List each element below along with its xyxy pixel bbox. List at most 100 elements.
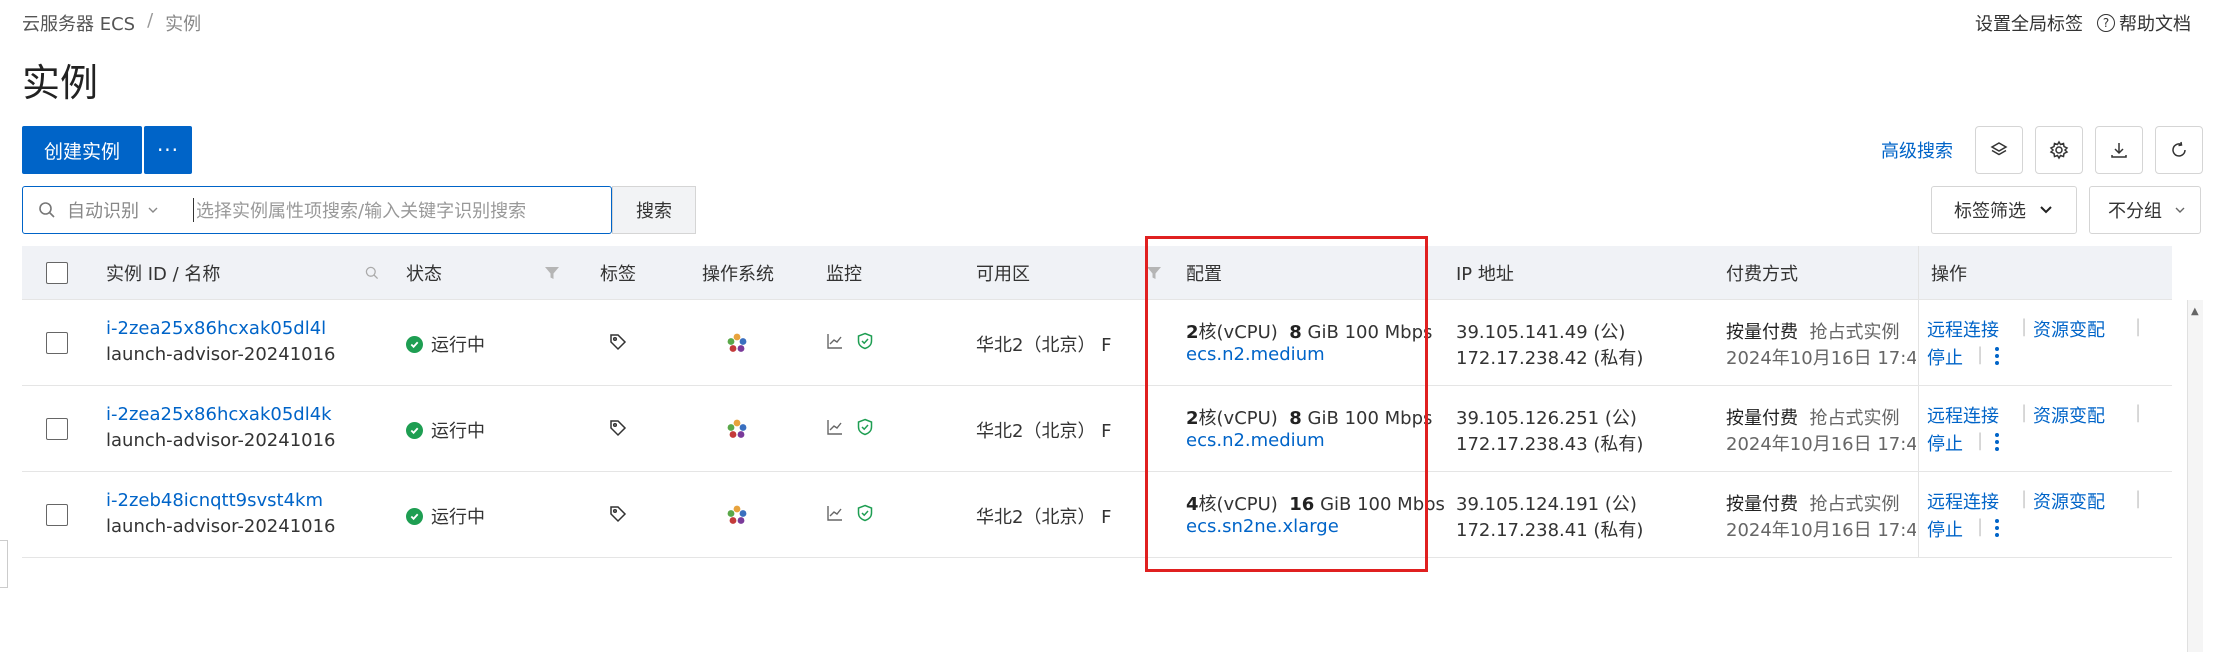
scroll-up-arrow-icon[interactable]: ▲ <box>2191 306 2199 317</box>
chart-icon[interactable] <box>826 332 844 350</box>
instance-id-link[interactable]: i-2zea25x86hcxak05dl4l <box>106 318 326 339</box>
instance-name: launch-advisor-20241016 <box>106 344 336 365</box>
help-docs-label: 帮助文档 <box>2119 14 2191 35</box>
public-ip: 39.105.124.191 (公) <box>1456 494 1637 515</box>
instance-id-link[interactable]: i-2zea25x86hcxak05dl4k <box>106 404 332 425</box>
breadcrumb-separator: / <box>147 10 154 31</box>
private-ip: 172.17.238.41 (私有) <box>1456 520 1644 541</box>
remote-connect-link[interactable]: 远程连接 <box>1927 488 1999 514</box>
right-toolbar: 高级搜索 <box>1881 126 2203 174</box>
filter-icon <box>545 267 559 279</box>
tag-filter-button[interactable]: 标签筛选 <box>1931 186 2077 234</box>
remote-connect-link[interactable]: 远程连接 <box>1927 402 1999 428</box>
more-vertical-icon[interactable] <box>1993 518 2001 543</box>
table-header: 实例 ID / 名称 状态 标签 操作系统 监控 可用区 配置 IP 地址 付费… <box>22 246 2172 300</box>
public-ip: 39.105.141.49 (公) <box>1456 322 1626 343</box>
row-checkbox[interactable] <box>46 504 68 526</box>
more-vertical-icon[interactable] <box>1993 346 2001 371</box>
action-divider: | <box>2135 488 2142 509</box>
advanced-search-link[interactable]: 高级搜索 <box>1881 137 1953 163</box>
tag-icon[interactable] <box>608 332 628 357</box>
resize-link[interactable]: 资源变配 <box>2023 488 2105 514</box>
layers-button[interactable] <box>1975 126 2023 174</box>
status-cell: 运行中 <box>406 417 485 443</box>
gear-icon <box>2049 140 2069 160</box>
grouping-label: 不分组 <box>2108 201 2162 222</box>
vertical-scrollbar[interactable]: ▲ <box>2187 300 2203 652</box>
public-ip: 39.105.126.251 (公) <box>1456 408 1637 429</box>
shield-check-icon[interactable] <box>856 418 874 436</box>
search-box[interactable]: 自动识别 选择实例属性项搜索/输入关键字识别搜索 <box>22 186 612 234</box>
select-all-cell <box>46 246 68 300</box>
chart-icon[interactable] <box>826 418 844 436</box>
chart-icon[interactable] <box>826 504 844 522</box>
th-ip: IP 地址 <box>1456 264 1514 285</box>
action-divider: | <box>1977 430 1984 451</box>
breadcrumb: 云服务器 ECS / 实例 <box>22 10 201 36</box>
download-icon <box>2111 143 2127 158</box>
stop-link[interactable]: 停止 <box>1927 430 1963 456</box>
th-os: 操作系统 <box>702 264 774 285</box>
tag-icon[interactable] <box>608 504 628 529</box>
filter-group: 标签筛选 不分组 <box>1931 186 2201 234</box>
breadcrumb-ecs[interactable]: 云服务器 ECS <box>22 10 135 36</box>
page-title: 实例 <box>22 61 99 105</box>
help-docs-link[interactable]: ? 帮助文档 <box>2097 10 2191 36</box>
resize-link[interactable]: 资源变配 <box>2023 402 2105 428</box>
th-tags: 标签 <box>600 264 636 285</box>
th-actions-col: 操作 <box>1918 246 2172 299</box>
more-actions-button[interactable]: ··· <box>144 126 192 174</box>
billing-type: 按量付费 抢占式实例 <box>1726 322 1900 343</box>
instance-name: launch-advisor-20241016 <box>106 430 336 451</box>
table-row: i-2zea25x86hcxak05dl4l launch-advisor-20… <box>22 300 2172 386</box>
instance-id-link[interactable]: i-2zeb48icnqtt9svst4km <box>106 490 323 511</box>
settings-button[interactable] <box>2035 126 2083 174</box>
tag-icon[interactable] <box>608 418 628 443</box>
help-icon: ? <box>2097 14 2115 32</box>
status-cell: 运行中 <box>406 331 485 357</box>
stop-link[interactable]: 停止 <box>1927 344 1963 370</box>
action-divider: | <box>2135 402 2142 423</box>
row-checkbox[interactable] <box>46 332 68 354</box>
actions-cell: 远程连接 | 资源变配 | 停止 | <box>1918 472 2172 557</box>
actions-cell: 远程连接 | 资源变配 | 停止 | <box>1918 300 2172 385</box>
global-tags-link[interactable]: 设置全局标签 <box>1975 10 2083 36</box>
refresh-icon <box>2172 141 2186 157</box>
table-body: i-2zea25x86hcxak05dl4l launch-advisor-20… <box>22 300 2172 558</box>
chevron-down-icon <box>2040 206 2052 214</box>
refresh-button[interactable] <box>2155 126 2203 174</box>
row-select-cell <box>46 418 68 440</box>
action-divider: | <box>1977 344 1984 365</box>
os-logo-icon <box>726 418 748 445</box>
th-actions: 操作 <box>1931 264 1967 285</box>
row-checkbox[interactable] <box>46 418 68 440</box>
remote-connect-link[interactable]: 远程连接 <box>1927 316 1999 342</box>
monitor-cell <box>826 504 874 522</box>
text-cursor <box>193 198 194 222</box>
status-text: 运行中 <box>431 335 485 356</box>
action-divider: | <box>2135 316 2142 337</box>
select-all-checkbox[interactable] <box>46 262 68 284</box>
search-input[interactable]: 选择实例属性项搜索/输入关键字识别搜索 <box>196 197 526 223</box>
download-button[interactable] <box>2095 126 2143 174</box>
search-mode-select[interactable]: 自动识别 <box>67 197 185 223</box>
billing-type: 按量付费 抢占式实例 <box>1726 494 1900 515</box>
side-panel-handle[interactable] <box>0 540 8 588</box>
billing-time: 2024年10月16日 17:40:0 <box>1726 520 1916 541</box>
search-icon <box>365 266 379 280</box>
th-monitor: 监控 <box>826 264 862 285</box>
resize-link[interactable]: 资源变配 <box>2023 316 2105 342</box>
th-id-filter[interactable] <box>364 246 380 300</box>
th-status-filter[interactable] <box>544 246 560 300</box>
layers-icon <box>1990 142 2008 156</box>
shield-check-icon[interactable] <box>856 504 874 522</box>
stop-link[interactable]: 停止 <box>1927 516 1963 542</box>
highlight-box <box>1145 236 1428 572</box>
create-instance-button[interactable]: 创建实例 <box>22 126 142 174</box>
more-vertical-icon[interactable] <box>1993 432 2001 457</box>
shield-check-icon[interactable] <box>856 332 874 350</box>
zone-text: 华北2（北京） F <box>976 421 1112 442</box>
monitor-cell <box>826 332 874 350</box>
search-button[interactable]: 搜索 <box>612 186 696 234</box>
grouping-select[interactable]: 不分组 <box>2089 186 2201 234</box>
